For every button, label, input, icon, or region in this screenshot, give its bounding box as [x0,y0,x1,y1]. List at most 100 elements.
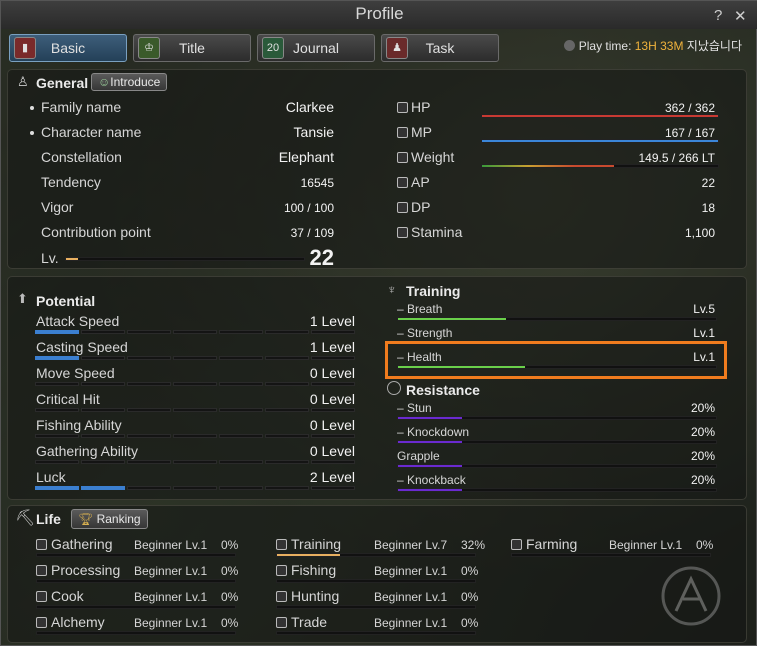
potential-bar-segment [173,486,217,490]
tab-journal[interactable]: 20 Journal [257,34,375,62]
potential-value: 1 Level [309,339,355,355]
potential-bar-segment [81,330,125,334]
potential-bar [35,460,355,464]
contribution-value: 37 / 109 [290,226,334,240]
stat-value-mp: 167 / 167 [664,126,715,140]
potential-label: Casting Speed [36,339,128,355]
life-skill-label: Farming [526,536,578,552]
potential-bar-segment [81,382,125,386]
profile-window: Profile ? ✕ ▮ Basic ♔ Title 20 Journal ♟ Tas… [0,0,757,646]
tab-title[interactable]: ♔ Title [133,34,251,62]
bullet-icon [30,106,34,110]
potential-label: Critical Hit [36,391,100,407]
level-label: Lv. [41,250,59,266]
tab-task[interactable]: ♟ Task [381,34,499,62]
life-skill-pct: 0% [696,538,714,552]
potential-bar-segment [127,382,171,386]
potential-bar-segment [219,382,263,386]
potential-bar-segment [81,486,125,490]
life-skill-pct: 0% [461,590,479,604]
potential-bar-segment [81,434,125,438]
potential-bar-segment [35,356,79,360]
life-skill-bar [36,553,236,557]
potential-bar-segment [265,486,309,490]
resistance-label: – Stun [397,401,432,415]
potential-value: 0 Level [309,391,355,407]
potential-label: Gathering Ability [36,443,138,459]
potential-bar-segment [81,408,125,412]
life-skill-bar [36,579,236,583]
life-skill-icon [36,591,47,602]
plus-icon [397,102,408,113]
resistance-bar-fill [398,489,462,491]
bullet-icon [30,131,34,135]
stat-value-hp: 362 / 362 [664,101,715,115]
stat-bar-fill [482,140,718,142]
constellation-label: Constellation [41,149,122,165]
life-skill-rank: Beginner Lv.1 [134,538,208,552]
life-title: Life [36,511,61,527]
emblem-icon [661,566,721,626]
pickaxe-icon: ⛏ [15,510,36,527]
close-button[interactable]: ✕ [734,7,747,25]
potential-bar-segment [265,330,309,334]
constellation-value: Elephant [278,149,334,165]
stat-label-dp: DP [411,199,431,215]
potential-bar [35,486,355,490]
introduce-button[interactable]: ☺Introduce [91,73,168,91]
life-skill-icon [276,539,287,550]
life-skill-label: Trade [291,614,328,630]
tab-basic[interactable]: ▮ Basic [9,34,127,62]
resistance-value: 20% [690,425,715,439]
potential-value: 0 Level [309,417,355,433]
potential-value: 0 Level [309,365,355,381]
vigor-value: 100 / 100 [283,201,334,215]
stat-label-weight: Weight [411,149,455,165]
potential-bar-segment [219,356,263,360]
ranking-button[interactable]: 🏆︎ Ranking [71,509,148,529]
potential-bar-segment [35,486,79,490]
potential-bar-segment [265,460,309,464]
stat-value-dp: 18 [701,201,715,215]
life-skill-rank: Beginner Lv.1 [609,538,683,552]
resistance-bar-fill [398,441,462,443]
potential-bar-segment [265,356,309,360]
stat-label-ap: AP [411,174,430,190]
resistance-label: – Knockback [397,473,466,487]
potential-value: 0 Level [309,443,355,459]
potential-bar [35,330,355,334]
life-skill-icon [36,539,47,550]
life-skill-label: Cook [51,588,84,604]
level-value: 22 [309,245,334,270]
help-button[interactable]: ? [714,7,722,24]
resistance-title: Resistance [406,382,480,398]
potential-bar-segment [265,408,309,412]
potential-bar-segment [265,434,309,438]
life-skill-pct: 0% [221,590,239,604]
stat-bar-mp [481,139,719,143]
life-skill-pct: 0% [221,616,239,630]
training-bar-fill [398,318,507,320]
potential-bar-segment [219,330,263,334]
life-skill-rank: Beginner Lv.1 [374,564,448,578]
tendency-value: 16545 [300,176,334,190]
trophy-icon: 🏆︎ [78,512,94,526]
life-skill-rank: Beginner Lv.1 [374,590,448,604]
potential-bar-segment [173,356,217,360]
life-skill-pct: 32% [461,538,486,552]
life-skill-bar [36,605,236,609]
resistance-bar [397,440,717,444]
potential-bar [35,434,355,438]
potential-bar-segment [35,434,79,438]
life-skill-pct: 0% [461,616,479,630]
potential-label: Attack Speed [36,313,120,329]
stat-bar-fill [482,165,615,167]
character-name-value: Tansie [293,124,334,140]
potential-bar-segment [81,460,125,464]
life-skill-icon [36,617,47,628]
life-skill-rank: Beginner Lv.1 [134,564,208,578]
training-bar [397,317,717,321]
life-skill-rank: Beginner Lv.1 [134,616,208,630]
window-titlebar[interactable]: Profile [1,1,757,29]
potential-bar-segment [173,434,217,438]
